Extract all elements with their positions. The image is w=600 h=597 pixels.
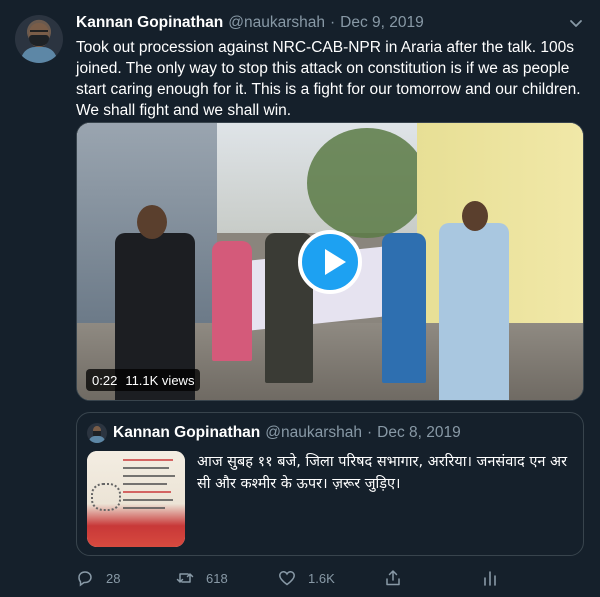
tweet-actions: 28 618 1.6K [76,566,496,590]
retweet-count: 618 [206,570,228,586]
tweet[interactable]: Kannan Gopinathan @naukarshah · Dec 9, 2… [0,0,600,597]
video-thumbnail-tree [307,128,427,238]
share-icon [386,570,400,586]
analytics-button[interactable] [481,566,499,590]
tweet-date[interactable]: Dec 9, 2019 [340,14,424,32]
quoted-tweet-text: आज सुबह ११ बजे, जिला परिषद सभागार, अररिय… [197,454,568,492]
reply-icon [78,571,92,587]
quoted-tweet[interactable]: Kannan Gopinathan @naukarshah · Dec 8, 2… [76,412,584,556]
video-thumbnail-head [137,205,167,239]
quoted-image-thumbnail[interactable] [87,451,185,547]
reply-count: 28 [106,570,121,586]
quoted-author-handle[interactable]: @naukarshah [265,424,362,442]
retweet-icon [176,573,194,583]
like-count: 1.6K [308,570,335,586]
quoted-tweet-date[interactable]: Dec 8, 2019 [377,424,461,442]
video-stats: 0:22 11.1K views [86,369,201,391]
heart-icon [279,571,295,586]
chevron-down-icon[interactable] [569,16,583,30]
separator-dot: · [367,424,373,441]
video-views: 11.1K views [125,372,195,388]
video-duration: 0:22 [92,372,118,388]
video-thumbnail-head [462,201,488,231]
video-thumbnail-person [212,241,252,361]
author-handle[interactable]: @naukarshah [228,14,325,32]
share-button[interactable] [384,566,402,590]
video-thumbnail-person [439,223,509,400]
video-thumbnail-person [382,233,426,383]
quoted-avatar[interactable] [87,423,107,443]
analytics-icon [484,571,496,586]
avatar[interactable] [15,15,63,63]
quoted-tweet-header: Kannan Gopinathan @naukarshah · Dec 8, 2… [113,421,461,445]
quoted-author-display-name[interactable]: Kannan Gopinathan [113,424,260,442]
play-icon [325,249,346,275]
retweet-button[interactable]: 618 [176,566,228,590]
like-button[interactable]: 1.6K [278,566,335,590]
play-button[interactable] [298,230,362,294]
tweet-text: Took out procession against NRC-CAB-NPR … [76,39,581,119]
author-display-name[interactable]: Kannan Gopinathan [76,14,223,32]
separator-dot: · [330,14,336,31]
reply-button[interactable]: 28 [76,566,120,590]
tweet-header: Kannan Gopinathan @naukarshah · Dec 9, 2… [76,12,424,34]
